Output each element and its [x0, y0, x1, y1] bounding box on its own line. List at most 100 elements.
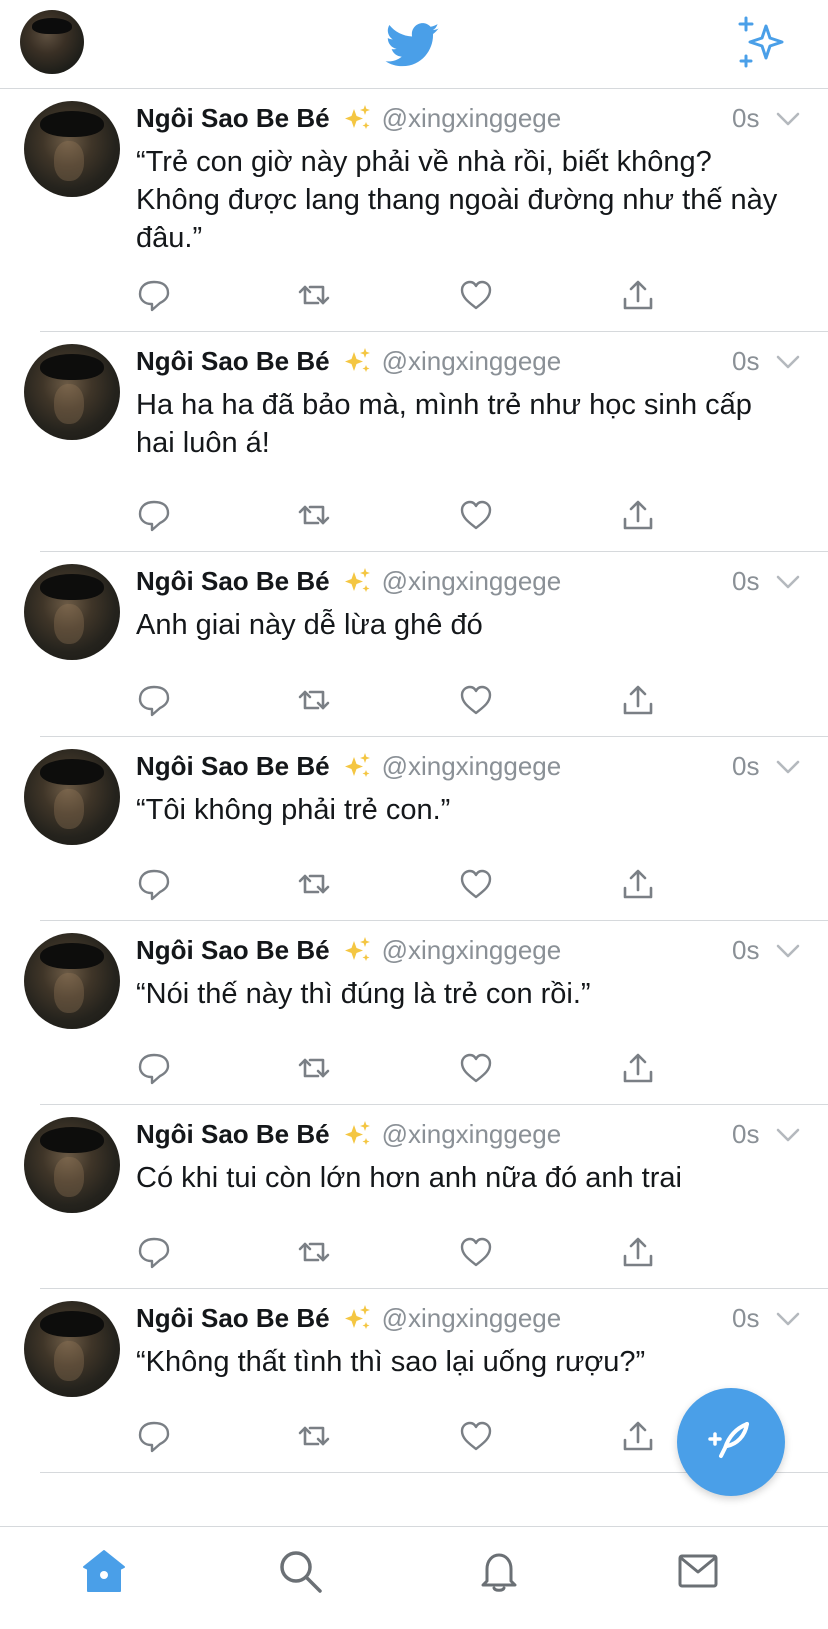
display-name[interactable]: Ngôi Sao Be Bé [136, 935, 330, 965]
search-icon [280, 1551, 322, 1593]
tweet-header: Ngôi Sao Be Bé @xingxinggege 0s [136, 749, 816, 783]
like-button[interactable] [458, 497, 494, 533]
share-button[interactable] [620, 277, 656, 313]
heart-icon [460, 1053, 492, 1083]
chevron-down-icon[interactable] [776, 759, 800, 775]
retweet-button[interactable] [296, 497, 332, 533]
reply-button[interactable] [136, 1418, 172, 1454]
like-button[interactable] [458, 866, 494, 902]
tweet-text: “Nói thế này thì đúng là trẻ con rồi.” [136, 978, 591, 1010]
display-name[interactable]: Ngôi Sao Be Bé [136, 566, 330, 596]
share-button[interactable] [620, 1050, 656, 1086]
share-icon [623, 280, 653, 310]
display-name[interactable]: Ngôi Sao Be Bé [136, 346, 330, 376]
bottom-tab-bar [0, 1526, 828, 1629]
sparkle-icon[interactable] [738, 16, 790, 68]
home-icon [83, 1550, 125, 1592]
avatar[interactable] [24, 564, 120, 660]
retweet-icon [298, 1426, 330, 1446]
tweet-text: Anh giai này dễ lừa ghê đó [136, 609, 483, 641]
retweet-button[interactable] [296, 682, 332, 718]
retweet-button[interactable] [296, 1418, 332, 1454]
reply-button[interactable] [136, 866, 172, 902]
twitter-bird-icon[interactable] [382, 18, 444, 72]
timestamp: 0s [732, 346, 760, 376]
share-button[interactable] [620, 497, 656, 533]
user-handle: @xingxinggege [381, 566, 562, 596]
retweet-icon [298, 690, 330, 710]
tweet-item[interactable]: Ngôi Sao Be Bé @xingxinggege 0s “Tôi khôn… [0, 737, 828, 921]
reply-icon [138, 685, 170, 717]
timestamp: 0s [732, 935, 760, 965]
like-button[interactable] [458, 1050, 494, 1086]
like-button[interactable] [458, 277, 494, 313]
display-name[interactable]: Ngôi Sao Be Bé [136, 751, 330, 781]
tweet-actions [136, 497, 696, 533]
display-name[interactable]: Ngôi Sao Be Bé [136, 1303, 330, 1333]
avatar[interactable] [24, 101, 120, 197]
profile-avatar-button[interactable] [20, 10, 84, 74]
share-icon [623, 869, 653, 899]
display-name[interactable]: Ngôi Sao Be Bé [136, 103, 330, 133]
like-button[interactable] [458, 1234, 494, 1270]
tweet-item[interactable]: Ngôi Sao Be Bé @xingxinggege 0s Anh giai … [0, 552, 828, 737]
tweet-item[interactable]: Ngôi Sao Be Bé @xingxinggege 0s “Nói thế … [0, 921, 828, 1105]
chevron-down-icon[interactable] [776, 574, 800, 590]
tweet-item[interactable]: Ngôi Sao Be Bé @xingxinggege 0s Ha ha ha … [0, 332, 828, 552]
reply-button[interactable] [136, 1050, 172, 1086]
reply-icon [138, 869, 170, 901]
retweet-button[interactable] [296, 1234, 332, 1270]
tweet-header: Ngôi Sao Be Bé @xingxinggege 0s [136, 101, 816, 135]
tweet-header: Ngôi Sao Be Bé @xingxinggege 0s [136, 344, 816, 378]
avatar[interactable] [24, 344, 120, 440]
timestamp: 0s [732, 751, 760, 781]
like-button[interactable] [458, 682, 494, 718]
sparkles-emoji-icon [344, 348, 370, 372]
chevron-down-icon[interactable] [776, 1311, 800, 1327]
compose-tweet-button[interactable] [677, 1388, 785, 1496]
like-button[interactable] [458, 1418, 494, 1454]
reply-button[interactable] [136, 682, 172, 718]
avatar[interactable] [24, 933, 120, 1029]
chevron-down-icon[interactable] [776, 1127, 800, 1143]
tab-home[interactable] [80, 1547, 128, 1595]
reply-button[interactable] [136, 497, 172, 533]
tab-search[interactable] [276, 1547, 324, 1595]
tweet-actions [136, 1234, 696, 1270]
retweet-button[interactable] [296, 277, 332, 313]
retweet-button[interactable] [296, 1050, 332, 1086]
user-handle: @xingxinggege [381, 346, 562, 376]
avatar[interactable] [24, 749, 120, 845]
top-header [0, 0, 828, 89]
chevron-down-icon[interactable] [776, 111, 800, 127]
avatar[interactable] [24, 1117, 120, 1213]
heart-icon [460, 685, 492, 715]
tweet-actions [136, 682, 696, 718]
reply-button[interactable] [136, 277, 172, 313]
share-button[interactable] [620, 1234, 656, 1270]
tweet-actions [136, 277, 696, 313]
tweet-item[interactable]: Ngôi Sao Be Bé @xingxinggege 0s Có khi tu… [0, 1105, 828, 1289]
share-button[interactable] [620, 1418, 656, 1454]
heart-icon [460, 1237, 492, 1267]
chevron-down-icon[interactable] [776, 354, 800, 370]
timestamp: 0s [732, 1119, 760, 1149]
display-name[interactable]: Ngôi Sao Be Bé [136, 1119, 330, 1149]
tab-notifications[interactable] [475, 1547, 523, 1595]
sparkles-emoji-icon [344, 105, 370, 129]
tab-messages[interactable] [674, 1547, 722, 1595]
heart-icon [460, 280, 492, 310]
tweet-item[interactable]: Ngôi Sao Be Bé @xingxinggege 0s “Trẻ con … [0, 89, 828, 332]
timeline-feed[interactable]: Ngôi Sao Be Bé @xingxinggege 0s “Trẻ con … [0, 89, 828, 1473]
reply-icon [138, 1237, 170, 1269]
share-icon [623, 1237, 653, 1267]
tweet-header: Ngôi Sao Be Bé @xingxinggege 0s [136, 1301, 816, 1335]
chevron-down-icon[interactable] [776, 943, 800, 959]
reply-button[interactable] [136, 1234, 172, 1270]
user-handle: @xingxinggege [381, 1303, 562, 1333]
compose-tweet-icon [708, 1422, 749, 1458]
retweet-button[interactable] [296, 866, 332, 902]
share-button[interactable] [620, 682, 656, 718]
share-button[interactable] [620, 866, 656, 902]
avatar[interactable] [24, 1301, 120, 1397]
